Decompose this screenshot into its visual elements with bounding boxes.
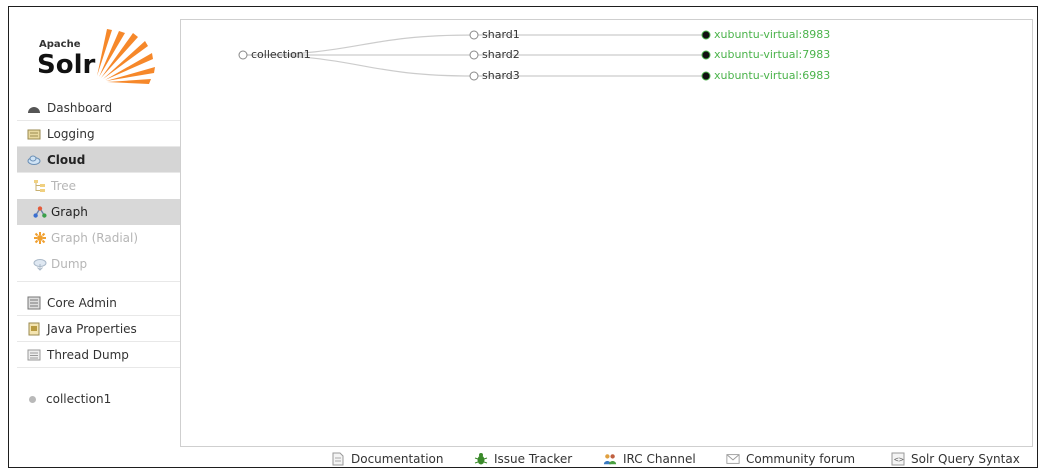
footer-irc-channel-link[interactable]: IRC Channel (603, 452, 696, 466)
cloud-graph (238, 30, 711, 81)
graph-icon (33, 205, 47, 219)
sidebar-item-label: Core Admin (47, 295, 117, 310)
sidebar-item-thread-dump[interactable]: Thread Dump (17, 342, 180, 368)
sidebar-item-cloud[interactable]: Cloud (17, 147, 180, 173)
sidebar: Dashboard Logging Cloud Tree Graph Graph… (17, 95, 180, 414)
sidebar-item-label: Java Properties (47, 321, 137, 336)
solr-sunburst-icon (97, 29, 155, 84)
collection-label[interactable]: collection1 (251, 48, 311, 61)
shard1-label[interactable]: shard1 (482, 28, 520, 41)
footer-query-syntax-link[interactable]: <> Solr Query Syntax (891, 452, 1020, 466)
footer: Documentation Issue Tracker IRC Channel … (9, 450, 1039, 468)
shard2-label[interactable]: shard2 (482, 48, 520, 61)
cloud-icon (27, 153, 41, 167)
sidebar-item-label: Logging (47, 126, 95, 141)
footer-query-syntax-label: Solr Query Syntax (911, 452, 1020, 466)
shard1-node (469, 30, 479, 40)
core-selector-collection1[interactable]: collection1 (17, 384, 180, 414)
shard3-node (469, 71, 479, 81)
footer-irc-channel-label: IRC Channel (623, 452, 696, 466)
footer-documentation-link[interactable]: Documentation (331, 452, 444, 466)
radial-icon (33, 231, 47, 245)
sidebar-item-label: Thread Dump (47, 347, 129, 362)
sidebar-item-logging[interactable]: Logging (17, 121, 180, 147)
host2-node (701, 50, 711, 60)
sidebar-item-core-admin[interactable]: Core Admin (17, 290, 180, 316)
footer-documentation-label: Documentation (351, 452, 444, 466)
solr-logo[interactable]: Apache Solr (27, 25, 167, 85)
dump-icon (33, 257, 47, 271)
tree-icon (33, 179, 47, 193)
cloud-graph-panel: collection1 shard1 shard2 shard3 xubuntu… (180, 19, 1033, 447)
sidebar-item-java-properties[interactable]: Java Properties (17, 316, 180, 342)
shard3-label[interactable]: shard3 (482, 69, 520, 82)
logo-solr-text: Solr (37, 50, 96, 80)
host3-node (701, 71, 711, 81)
sidebar-item-dashboard[interactable]: Dashboard (17, 95, 180, 121)
core-dot-icon (29, 395, 36, 403)
sidebar-item-label: Dashboard (47, 100, 113, 115)
sidebar-item-tree[interactable]: Tree (17, 173, 180, 199)
footer-community-forum-link[interactable]: Community forum (726, 452, 855, 466)
footer-issue-tracker-link[interactable]: Issue Tracker (474, 452, 572, 466)
thread-icon (27, 348, 41, 362)
mail-icon (726, 452, 740, 466)
core-admin-icon (27, 296, 41, 310)
shard2-node (469, 50, 479, 60)
sidebar-item-graph[interactable]: Graph (17, 199, 180, 225)
footer-community-forum-label: Community forum (746, 452, 856, 466)
host1-node (701, 30, 711, 40)
sidebar-item-label: Cloud (47, 152, 86, 167)
app-frame: Apache Solr Dashboard Logging Cloud Tree… (8, 6, 1038, 468)
sidebar-item-label: Tree (51, 179, 77, 193)
sidebar-item-graph-radial[interactable]: Graph (Radial) (17, 225, 180, 251)
sidebar-item-label: Graph (Radial) (51, 231, 139, 245)
svg-text:<>: <> (894, 455, 904, 464)
bug-icon (474, 452, 488, 466)
sidebar-item-label: Graph (51, 205, 88, 219)
footer-issue-tracker-label: Issue Tracker (494, 452, 573, 466)
host2-label[interactable]: xubuntu-virtual:7983 (714, 48, 830, 61)
logo-apache-text: Apache (39, 39, 81, 50)
document-icon (331, 452, 345, 466)
sidebar-item-dump[interactable]: Dump (17, 251, 180, 277)
collection-node (238, 50, 248, 60)
sidebar-item-label: Dump (51, 257, 88, 271)
host3-label[interactable]: xubuntu-virtual:6983 (714, 69, 830, 82)
host1-label[interactable]: xubuntu-virtual:8983 (714, 28, 830, 41)
java-icon (27, 322, 41, 336)
people-icon (603, 452, 617, 466)
dashboard-icon (27, 101, 41, 115)
core-label: collection1 (46, 392, 112, 406)
logging-icon (27, 127, 41, 141)
syntax-icon: <> (891, 452, 905, 466)
cloud-submenu: Tree Graph Graph (Radial) Dump (17, 173, 180, 282)
